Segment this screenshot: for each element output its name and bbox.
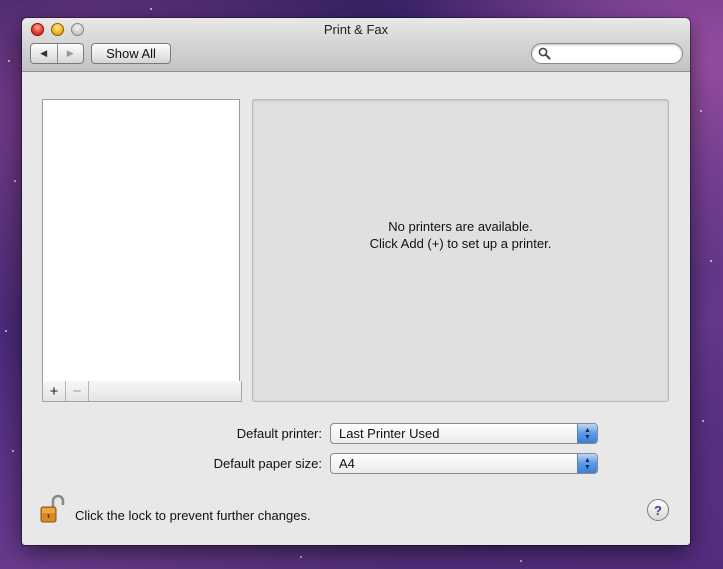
desktop-star (520, 560, 522, 562)
default-printer-label: Default printer: (236, 426, 322, 441)
lock-message: Click the lock to prevent further change… (75, 508, 311, 523)
forward-button[interactable]: ▶ (56, 44, 84, 63)
remove-printer-button[interactable]: − (66, 381, 89, 401)
desktop-star (8, 60, 10, 62)
add-printer-button[interactable]: + (43, 381, 66, 401)
printer-detail-pane: No printers are available. Click Add (+)… (252, 99, 669, 402)
default-printer-popup[interactable]: Last Printer Used ▲ ▼ (330, 423, 598, 444)
popup-arrows-icon: ▲ ▼ (577, 424, 597, 443)
desktop-star (12, 450, 14, 452)
search-icon (538, 47, 551, 60)
default-paper-size-value: A4 (339, 456, 355, 471)
back-button[interactable]: ◀ (31, 44, 57, 63)
printer-list-toolbar: + − (42, 381, 242, 402)
desktop-star (300, 556, 302, 558)
no-printers-line: No printers are available. (388, 219, 533, 234)
window-title: Print & Fax (323, 22, 389, 37)
desktop-star (5, 330, 7, 332)
unlocked-padlock-icon[interactable] (39, 494, 65, 524)
title-bar[interactable]: Print & Fax ◀ ▶ Show All (22, 18, 690, 72)
add-printer-hint: Click Add (+) to set up a printer. (369, 236, 552, 251)
default-printer-value: Last Printer Used (339, 426, 440, 441)
no-printers-message: No printers are available. Click Add (+)… (253, 218, 668, 252)
desktop-star (700, 110, 702, 112)
default-paper-size-popup[interactable]: A4 ▲ ▼ (330, 453, 598, 474)
back-arrow-icon: ◀ (40, 48, 48, 58)
forward-arrow-icon: ▶ (66, 48, 74, 58)
search-field[interactable] (531, 43, 683, 64)
search-input[interactable] (554, 45, 678, 63)
preferences-window: Print & Fax ◀ ▶ Show All + − No printers… (22, 18, 690, 545)
desktop-star (14, 180, 16, 182)
desktop-star (150, 8, 152, 10)
popup-arrows-icon: ▲ ▼ (577, 454, 597, 473)
back-forward-group: ◀ ▶ (30, 43, 84, 64)
desktop-star (710, 260, 712, 262)
desktop-star (702, 420, 704, 422)
help-question-icon: ? (654, 502, 662, 518)
printer-list[interactable] (42, 99, 240, 382)
default-paper-size-label: Default paper size: (213, 456, 322, 471)
show-all-button[interactable]: Show All (91, 43, 171, 64)
help-button[interactable]: ? (647, 499, 669, 521)
